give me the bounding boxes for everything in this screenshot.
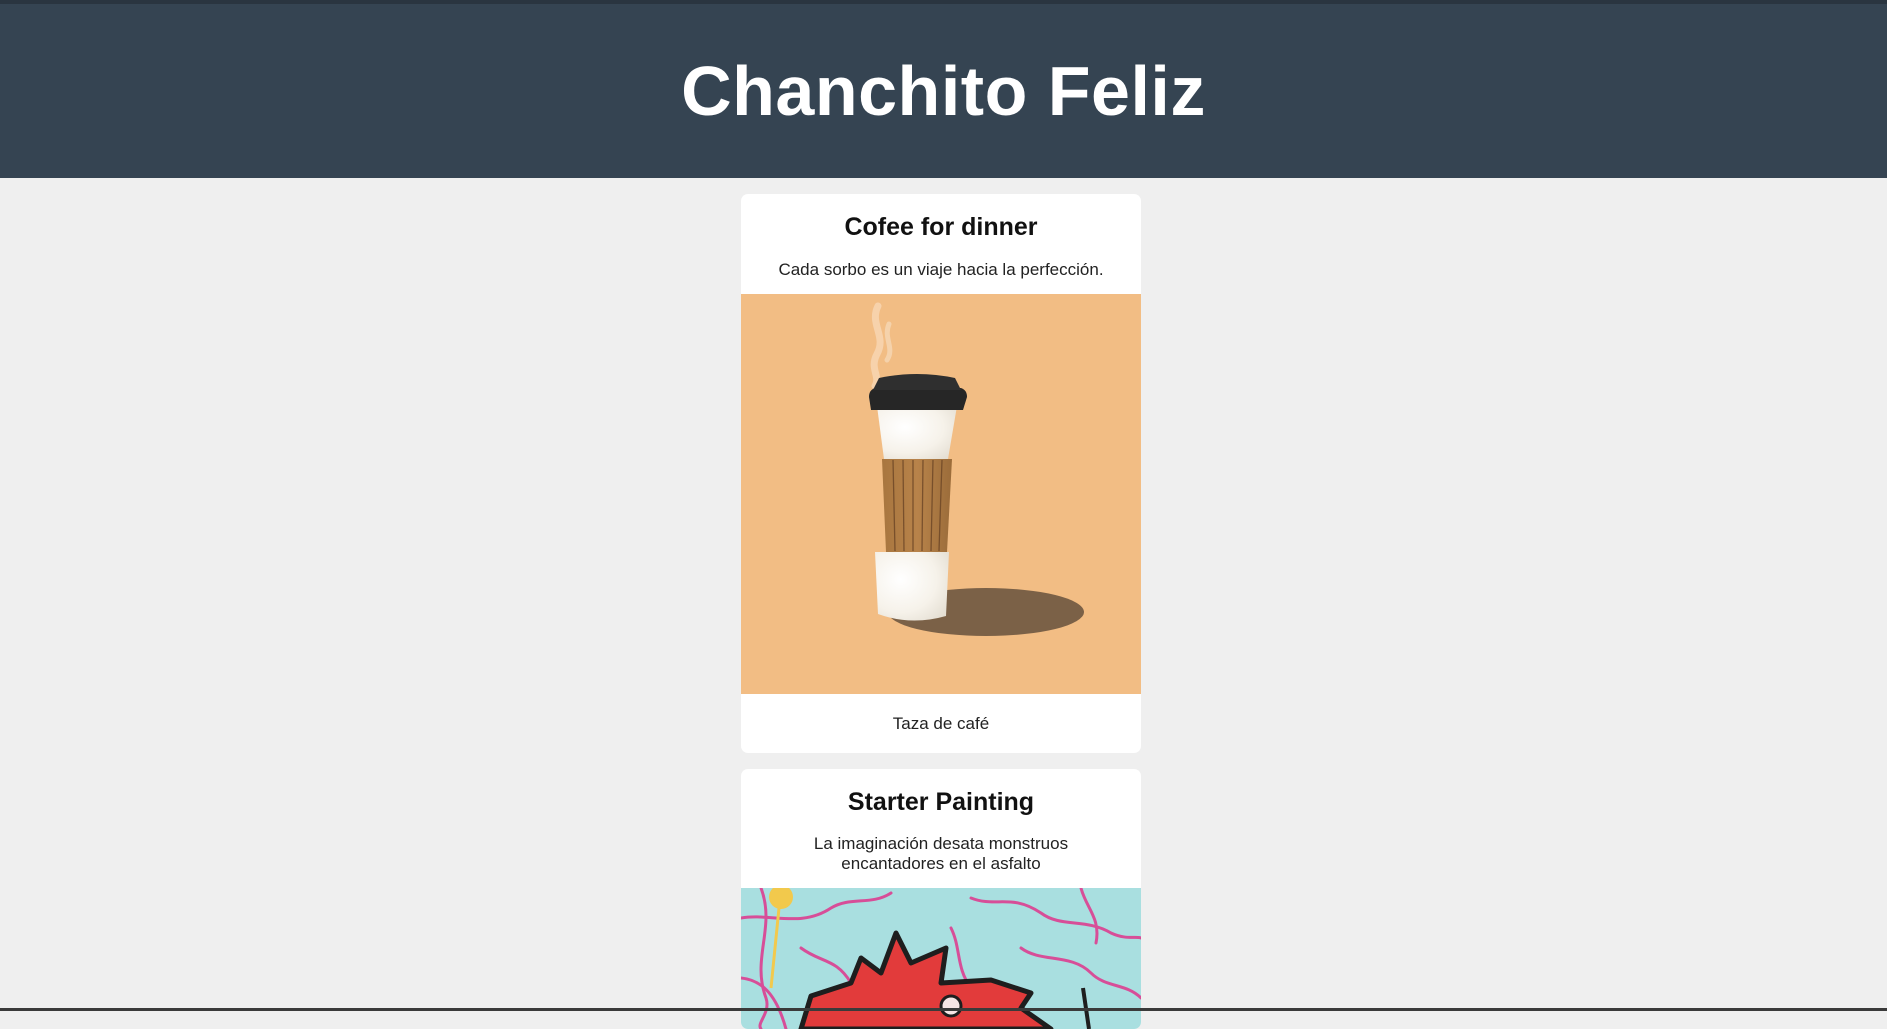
coffee-cup-illustration <box>741 294 1141 694</box>
site-title: Chanchito Feliz <box>681 52 1206 130</box>
card-description: La imaginación desata monstruos encantad… <box>813 834 1069 873</box>
card-title: Cofee for dinner <box>844 213 1038 241</box>
card-coffee: Cofee for dinner Cada sorbo es un viaje … <box>741 194 1141 753</box>
site-header: Chanchito Feliz <box>0 4 1887 178</box>
card-description: Cada sorbo es un viaje hacia la perfecci… <box>778 260 1104 279</box>
card-painting: Starter Painting La imaginación desata m… <box>741 769 1141 1029</box>
card-caption: Taza de café <box>892 714 990 733</box>
card-title: Starter Painting <box>847 788 1035 816</box>
